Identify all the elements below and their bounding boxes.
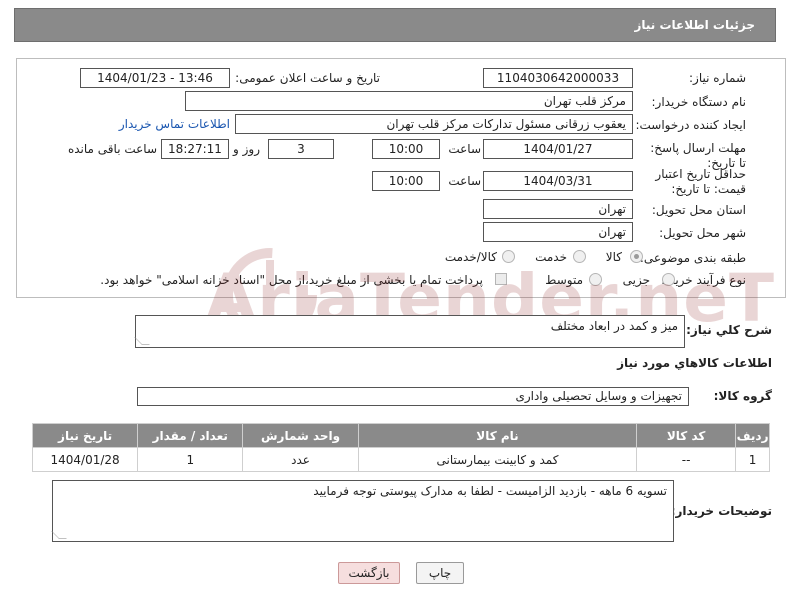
process-medium-radio[interactable] (589, 273, 602, 286)
city-label: شهر محل تحویل: (659, 226, 746, 240)
treasury-payment-checkbox[interactable] (495, 273, 507, 285)
back-button[interactable]: بازگشت (338, 562, 400, 584)
buyer-notes-textarea[interactable]: تسویه 6 ماهه - بازدید الزامیست - لطفا به… (51, 480, 674, 542)
process-partial-label: جزیی (622, 273, 650, 287)
col-code-header: کد کالا (636, 423, 737, 448)
page-title: جزئیات اطلاعات نیاز (634, 18, 755, 32)
days-field[interactable]: 3 (268, 139, 334, 159)
col-name-header: نام کالا (357, 423, 638, 448)
creator-label: ایجاد کننده درخواست: (635, 118, 746, 132)
remaining-time-label: ساعت باقی مانده (67, 142, 157, 156)
resize-grip-icon[interactable] (134, 337, 150, 345)
reply-date-field[interactable]: 1404/01/27 (483, 139, 633, 159)
summary-textarea[interactable]: میز و کمد در ابعاد مختلف (134, 315, 685, 348)
col-row-header: ردیف (735, 423, 770, 448)
province-label: استان محل تحویل: (651, 203, 746, 217)
summary-text: میز و کمد در ابعاد مختلف (550, 319, 678, 333)
goods-group-field[interactable]: تجهیزات و وسایل تحصیلی واداری (137, 387, 689, 406)
goods-group-label: گروه کالا: (713, 389, 772, 403)
process-partial-radio[interactable] (662, 273, 675, 286)
reply-time-field[interactable]: 10:00 (372, 139, 440, 159)
category-service-radio[interactable] (573, 250, 586, 263)
price-time-label: ساعت (448, 174, 481, 188)
goods-table: ردیف کد کالا نام کالا واحد شمارش تعداد /… (31, 423, 770, 472)
need-number-label: شماره نیاز: (689, 71, 746, 85)
treasury-payment-note: پرداخت تمام یا بخشی از مبلغ خرید،از محل … (100, 273, 483, 287)
category-service-label: خدمت (535, 250, 567, 264)
need-number-field[interactable]: 1104030642000033 (483, 68, 633, 88)
city-field[interactable]: تهران (483, 222, 633, 242)
announce-date-label: تاریخ و ساعت اعلان عمومی: (235, 71, 380, 85)
announce-date-field[interactable]: 1404/01/23 - 13:46 (80, 68, 230, 88)
goods-code-cell: -- (636, 447, 737, 472)
buyer-contact-link[interactable]: اطلاعات تماس خریدار (119, 117, 230, 131)
creator-field[interactable]: یعقوب زرقانی مسئول تدارکات مرکز قلب تهرا… (235, 114, 633, 134)
days-label: روز و (233, 142, 260, 156)
col-qty-header: تعداد / مقدار (137, 423, 244, 448)
col-unit-header: واحد شمارش (242, 423, 359, 448)
remaining-time-field[interactable]: 18:27:11 (161, 139, 229, 159)
category-goods-label: کالا (605, 250, 622, 264)
province-field[interactable]: تهران (483, 199, 633, 219)
buyer-org-label: نام دستگاه خریدار: (651, 95, 747, 109)
goods-name-cell: کمد و کابینت بیمارستانی (357, 447, 638, 472)
page: جزئیات اطلاعات نیاز شماره نیاز: 11040306… (0, 0, 788, 598)
goods-unit-cell: عدد (242, 447, 359, 472)
category-label: طبقه بندی موضوعی: (639, 251, 746, 265)
print-button[interactable]: چاپ (416, 562, 464, 584)
buyer-notes-text: تسویه 6 ماهه - بازدید الزامیست - لطفا به… (313, 484, 667, 498)
goods-section-title: اطلاعات کالاهاي مورد نياز (617, 356, 772, 370)
goods-date-cell: 1404/01/28 (31, 447, 139, 472)
price-validity-label: حداقل تاریخ اعتبار قیمت: تا تاریخ: (655, 167, 746, 196)
category-both-label: کالا/خدمت (444, 250, 497, 264)
summary-label: شرح کلي نياز: (686, 323, 772, 337)
category-both-radio[interactable] (502, 250, 515, 263)
resize-grip-icon[interactable] (51, 531, 67, 539)
buyer-org-field[interactable]: مرکز قلب تهران (185, 91, 633, 111)
price-time-field[interactable]: 10:00 (372, 171, 440, 191)
buyer-notes-label: توضیحات خریدار: (670, 504, 772, 518)
table-row[interactable]: 1 -- کمد و کابینت بیمارستانی عدد 1 1404/… (31, 447, 770, 472)
header-bar: جزئیات اطلاعات نیاز (14, 8, 776, 42)
row-number-cell: 1 (735, 447, 770, 472)
col-date-header: تاریخ نیاز (31, 423, 139, 448)
goods-qty-cell: 1 (137, 447, 244, 472)
reply-time-label: ساعت (448, 142, 481, 156)
goods-table-header: ردیف کد کالا نام کالا واحد شمارش تعداد /… (31, 423, 770, 448)
process-medium-label: متوسط (545, 273, 583, 287)
price-date-field[interactable]: 1404/03/31 (483, 171, 633, 191)
category-goods-radio[interactable] (630, 250, 643, 263)
